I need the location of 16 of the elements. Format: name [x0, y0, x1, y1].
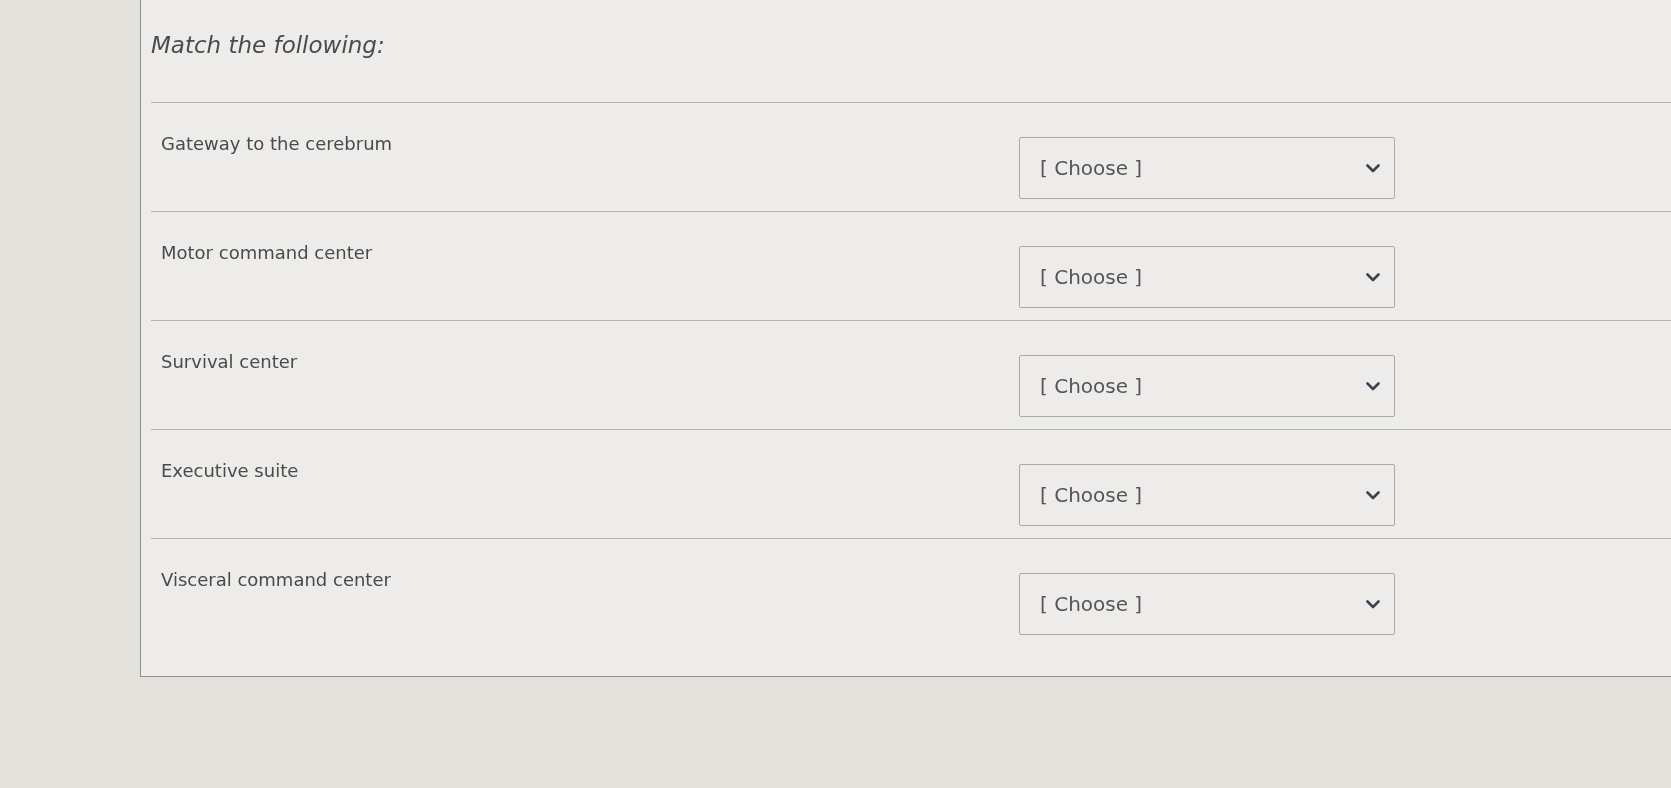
answer-dropdown[interactable]: [ Choose ]	[1019, 573, 1395, 635]
answer-dropdown[interactable]: [ Choose ]	[1019, 246, 1395, 308]
prompt-text: Survival center	[160, 351, 298, 373]
chevron-down-icon	[1366, 381, 1380, 391]
chevron-down-icon	[1366, 163, 1380, 173]
chevron-down-icon	[1366, 490, 1380, 500]
chevron-down-icon	[1366, 272, 1380, 282]
question-title: Match the following:	[151, 32, 385, 60]
prompt-text: Visceral command center	[160, 569, 391, 591]
answer-dropdown[interactable]: [ Choose ]	[1019, 464, 1395, 526]
answer-dropdown[interactable]: [ Choose ]	[1019, 355, 1395, 417]
answer-dropdown[interactable]: [ Choose ]	[1019, 137, 1395, 199]
prompt-text: Motor command center	[160, 242, 373, 264]
prompt-text: Gateway to the cerebrum	[160, 133, 393, 155]
prompt-text: Executive suite	[160, 460, 299, 482]
chevron-down-icon	[1366, 599, 1380, 609]
